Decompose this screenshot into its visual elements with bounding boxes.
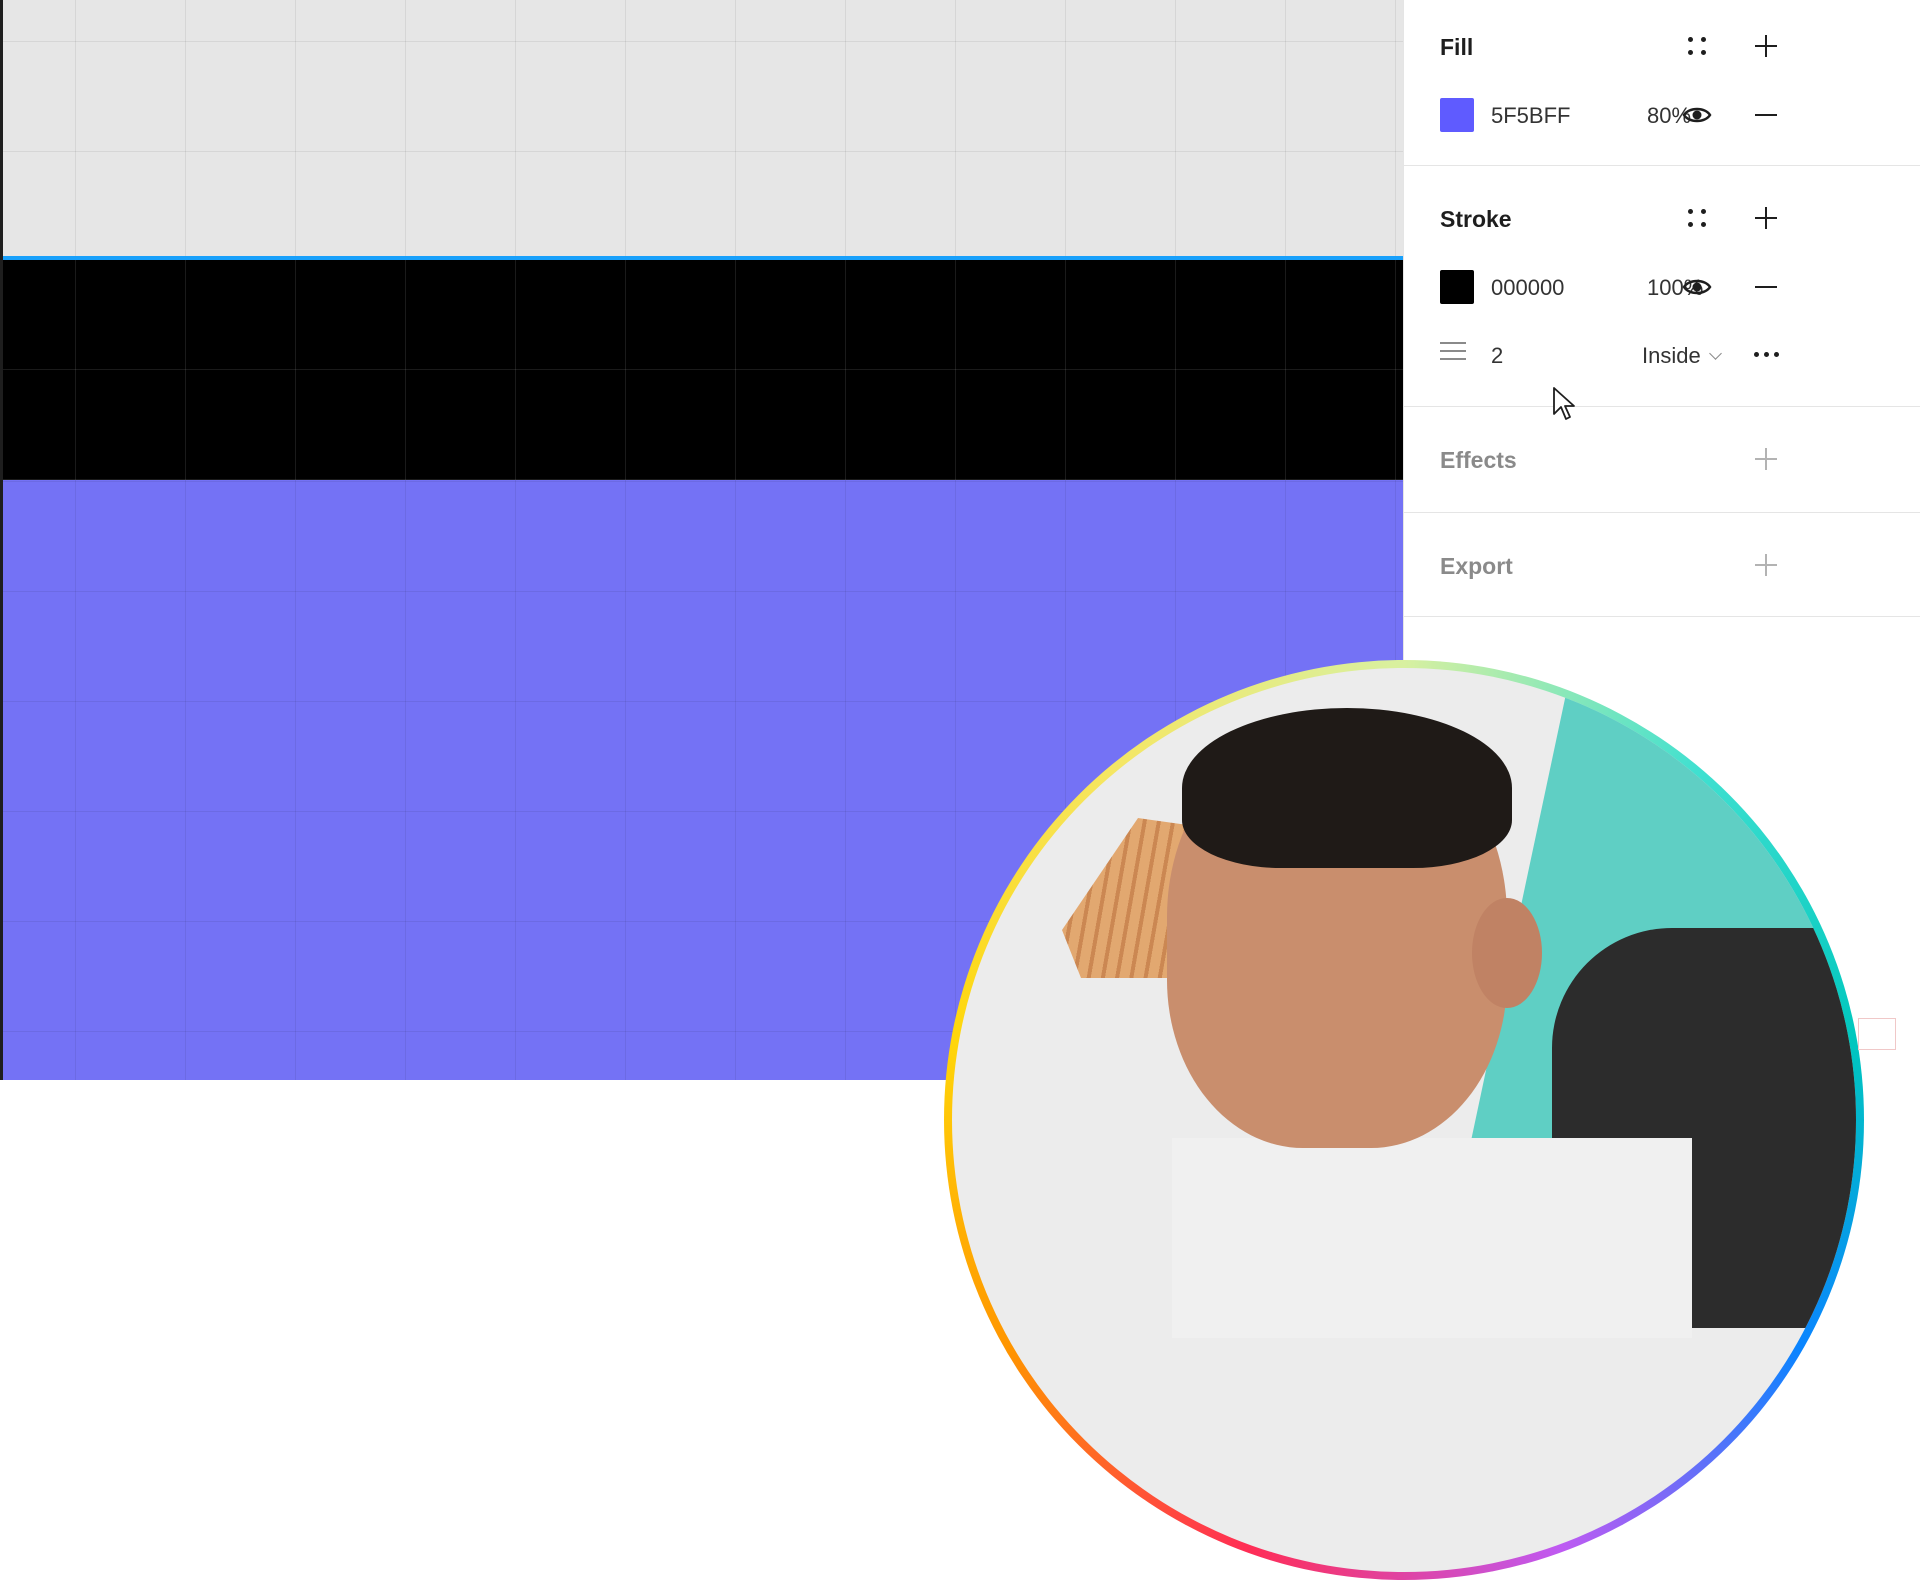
export-section: Export — [1404, 513, 1920, 617]
fill-styles-button[interactable] — [1677, 26, 1717, 66]
stroke-position-select[interactable]: Inside — [1642, 343, 1722, 369]
minus-icon — [1755, 286, 1777, 288]
canvas-frame-black[interactable] — [3, 258, 1403, 480]
person-hair — [1182, 708, 1512, 868]
stroke-visibility-toggle[interactable] — [1677, 267, 1717, 307]
fill-visibility-toggle[interactable] — [1677, 95, 1717, 135]
webcam-video — [952, 668, 1856, 1572]
channel-logo — [1858, 1018, 1896, 1050]
add-fill-button[interactable] — [1746, 26, 1786, 66]
stroke-title: Stroke — [1440, 206, 1512, 232]
remove-fill-button[interactable] — [1746, 95, 1786, 135]
export-title: Export — [1440, 553, 1513, 579]
stroke-styles-button[interactable] — [1677, 198, 1717, 238]
add-effect-button[interactable] — [1746, 439, 1786, 479]
effects-title: Effects — [1440, 447, 1517, 473]
eye-icon — [1682, 279, 1712, 295]
stroke-position-label: Inside — [1642, 343, 1701, 368]
fill-section: Fill 5F5BFF 80% — [1404, 0, 1920, 166]
style-grid-icon — [1688, 37, 1706, 55]
advanced-stroke-button[interactable] — [1746, 334, 1786, 374]
more-icon — [1753, 351, 1779, 357]
person-ear — [1472, 898, 1542, 1008]
stroke-section: Stroke 000000 100% 2 Inside — [1404, 166, 1920, 407]
stroke-color-swatch[interactable] — [1440, 270, 1474, 304]
selection-outline — [3, 256, 1403, 260]
chevron-down-icon — [1708, 347, 1722, 360]
fill-hex-value[interactable]: 5F5BFF — [1491, 103, 1570, 129]
add-export-button[interactable] — [1746, 545, 1786, 585]
eye-icon — [1682, 107, 1712, 123]
effects-section: Effects — [1404, 407, 1920, 513]
plus-icon — [1755, 554, 1777, 576]
stroke-weight-icon — [1440, 338, 1466, 364]
stroke-weight-value[interactable]: 2 — [1491, 343, 1503, 369]
minus-icon — [1755, 114, 1777, 116]
fill-title: Fill — [1440, 34, 1474, 60]
plus-icon — [1755, 448, 1777, 470]
stroke-hex-value[interactable]: 000000 — [1491, 275, 1564, 301]
shirt-shape — [1172, 1138, 1692, 1338]
plus-icon — [1755, 35, 1777, 57]
webcam-overlay — [944, 660, 1864, 1580]
plus-icon — [1755, 207, 1777, 229]
add-stroke-button[interactable] — [1746, 198, 1786, 238]
fill-color-swatch[interactable] — [1440, 98, 1474, 132]
canvas-frame-top[interactable] — [3, 0, 1403, 258]
style-grid-icon — [1688, 209, 1706, 227]
cursor-icon — [1553, 387, 1575, 420]
remove-stroke-button[interactable] — [1746, 267, 1786, 307]
